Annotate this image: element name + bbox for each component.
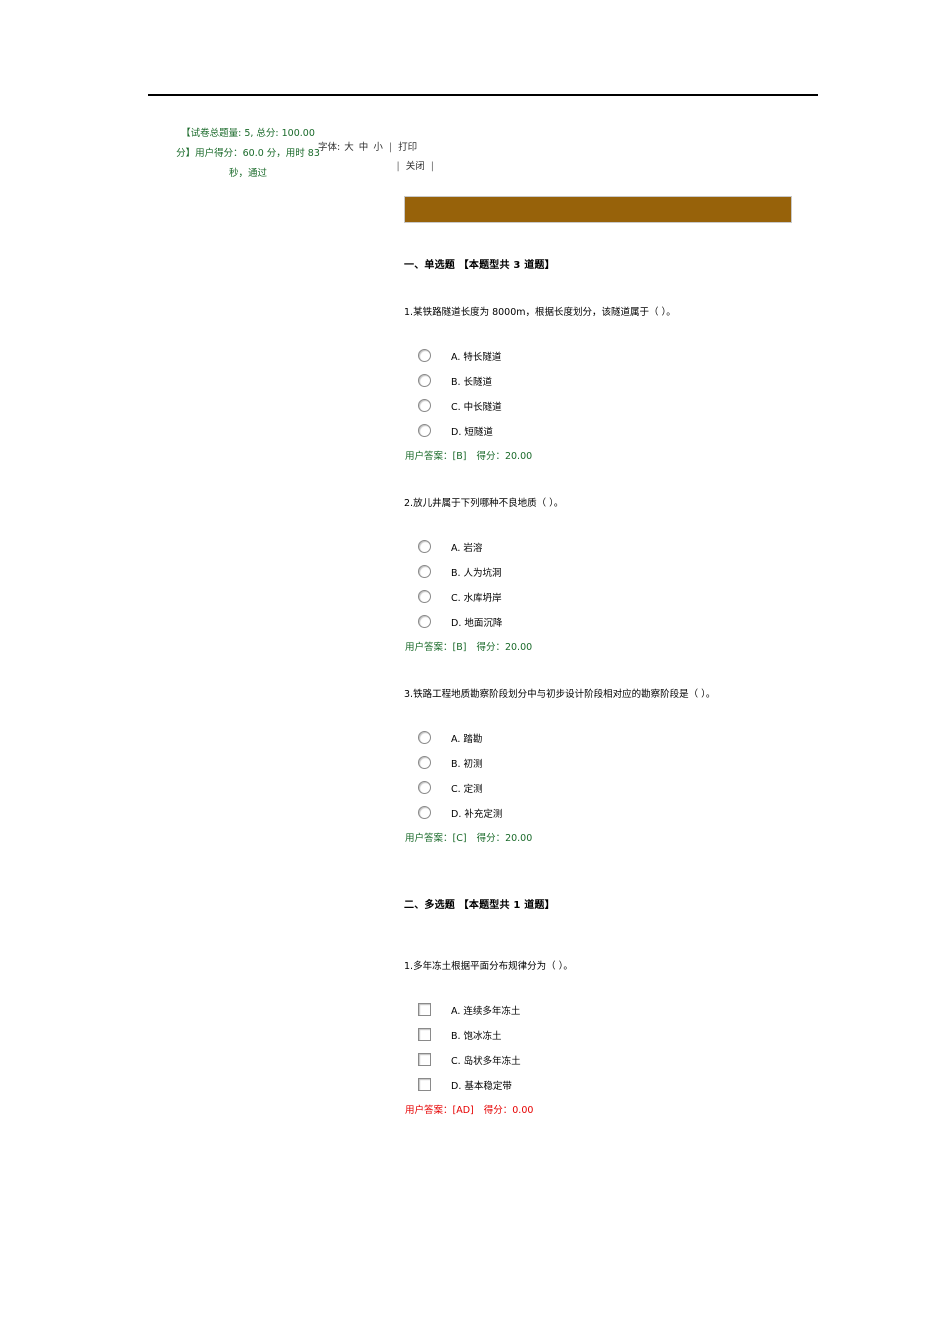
option-checkbox[interactable] [418, 1028, 431, 1041]
font-size-medium-button[interactable]: 中 [358, 142, 370, 153]
option-radio[interactable] [418, 424, 431, 437]
option-row[interactable]: D. 补充定测 [418, 800, 796, 825]
option-row[interactable]: A. 连续多年冻土 [418, 997, 796, 1022]
option-radio[interactable] [418, 756, 431, 769]
sections-container: 一、单选题 【本题型共 3 道题】 1.某铁路隧道长度为 8000m，根据长度划分… [404, 256, 796, 1116]
option-row[interactable]: A. 踏勘 [418, 725, 796, 750]
option-label: D. 基本稳定带 [451, 1080, 512, 1092]
answer-result: 用户答案：[AD] 得分：0.00 [405, 1102, 796, 1116]
option-radio[interactable] [418, 731, 431, 744]
option-row[interactable]: C. 定测 [418, 775, 796, 800]
option-row[interactable]: C. 中长隧道 [418, 393, 796, 418]
section-title: 二、多选题 【本题型共 1 道题】 [404, 900, 555, 911]
option-radio[interactable] [418, 540, 431, 553]
question-stem: 1.某铁路隧道长度为 8000m，根据长度划分，该隧道属于（ ）。 [404, 307, 676, 318]
option-label: A. 踏勘 [451, 733, 483, 745]
option-radio[interactable] [418, 806, 431, 819]
option-radio[interactable] [418, 615, 431, 628]
option-row[interactable]: B. 长隧道 [418, 368, 796, 393]
score-value: 20.00 [505, 833, 533, 844]
option-label: C. 中长隧道 [451, 401, 502, 413]
option-radio[interactable] [418, 590, 431, 603]
question-stem: 3.铁路工程地质勘察阶段划分中与初步设计阶段相对应的勘察阶段是（ ）。 [404, 689, 716, 700]
print-button[interactable]: 打印 [397, 142, 418, 153]
option-radio[interactable] [418, 781, 431, 794]
exam-content: 一、单选题 【本题型共 3 道题】 1.某铁路隧道长度为 8000m，根据长度划分… [404, 196, 796, 1116]
tools-separator-2: | [396, 161, 400, 172]
question-stem: 2.放儿井属于下列哪种不良地质（ ）。 [404, 498, 564, 509]
option-row[interactable]: C. 水库坍岸 [418, 584, 796, 609]
user-answer-label: 用户答案： [405, 833, 453, 844]
question-block: 1.某铁路隧道长度为 8000m，根据长度划分，该隧道属于（ ）。 A. 特长隧道… [404, 305, 796, 462]
option-label: C. 岛状多年冻土 [451, 1055, 521, 1067]
option-row[interactable]: D. 基本稳定带 [418, 1072, 796, 1097]
section-title: 一、单选题 【本题型共 3 道题】 [404, 260, 555, 271]
option-list: A. 岩溶 B. 人为坑洞 C. 水库坍岸 D. 地面沉降 [418, 534, 796, 634]
option-radio[interactable] [418, 399, 431, 412]
user-answer-value: [AD] [452, 1105, 474, 1116]
option-checkbox[interactable] [418, 1003, 431, 1016]
answer-result: 用户答案：[B] 得分：20.00 [405, 639, 796, 653]
font-size-small-button[interactable]: 小 [372, 142, 384, 153]
option-label: A. 特长隧道 [451, 351, 502, 363]
option-row[interactable]: B. 饱冰冻土 [418, 1022, 796, 1047]
user-answer-label: 用户答案： [405, 642, 453, 653]
user-answer-label: 用户答案： [405, 1105, 453, 1116]
option-row[interactable]: A. 岩溶 [418, 534, 796, 559]
option-label: C. 定测 [451, 783, 483, 795]
option-radio[interactable] [418, 374, 431, 387]
option-radio[interactable] [418, 349, 431, 362]
page-tools: 字体: 大 中 小 | 打印 | 关闭 | [318, 138, 448, 176]
option-row[interactable]: D. 短隧道 [418, 418, 796, 443]
user-answer-value: [B] [452, 451, 467, 462]
option-label: D. 短隧道 [451, 426, 493, 438]
user-answer-label: 用户答案： [405, 451, 453, 462]
option-label: D. 补充定测 [451, 808, 503, 820]
option-checkbox[interactable] [418, 1053, 431, 1066]
option-checkbox[interactable] [418, 1078, 431, 1091]
question-stem: 1.多年冻土根据平面分布规律分为（ ）。 [404, 961, 573, 972]
score-label: 得分： [476, 642, 505, 653]
option-label: A. 岩溶 [451, 542, 483, 554]
option-label: D. 地面沉降 [451, 617, 503, 629]
option-label: A. 连续多年冻土 [451, 1005, 521, 1017]
option-row[interactable]: B. 人为坑洞 [418, 559, 796, 584]
tools-separator-3: | [430, 161, 434, 172]
answer-result: 用户答案：[C] 得分：20.00 [405, 830, 796, 844]
score-label: 得分： [476, 833, 506, 844]
option-label: B. 长隧道 [451, 376, 493, 388]
font-size-large-button[interactable]: 大 [343, 142, 355, 153]
option-label: B. 人为坑洞 [451, 567, 502, 579]
score-value: 20.00 [504, 451, 533, 462]
option-label: C. 水库坍岸 [451, 592, 502, 604]
option-label: B. 饱冰冻土 [451, 1030, 502, 1042]
answer-result: 用户答案：[B] 得分：20.00 [405, 448, 796, 462]
question-block: 1.多年冻土根据平面分布规律分为（ ）。 A. 连续多年冻土 B. 饱冰冻土 C. 岛… [404, 959, 796, 1116]
close-button[interactable]: 关闭 [405, 161, 426, 172]
option-list: A. 特长隧道 B. 长隧道 C. 中长隧道 D. 短隧道 [418, 343, 796, 443]
tools-separator-1: | [388, 142, 393, 153]
user-answer-value: [B] [452, 642, 467, 653]
option-row[interactable]: A. 特长隧道 [418, 343, 796, 368]
option-list: A. 连续多年冻土 B. 饱冰冻土 C. 岛状多年冻土 D. 基本稳定带 [418, 997, 796, 1097]
question-block: 2.放儿井属于下列哪种不良地质（ ）。 A. 岩溶 B. 人为坑洞 C. 水库坍岸 D.… [404, 496, 796, 653]
score-value: 20.00 [504, 642, 533, 653]
user-answer-value: [C] [452, 833, 467, 844]
score-value: 0.00 [512, 1105, 534, 1116]
font-size-label: 字体: [318, 142, 341, 153]
score-label: 得分： [483, 1105, 513, 1116]
option-row[interactable]: B. 初测 [418, 750, 796, 775]
score-label: 得分： [476, 451, 505, 462]
option-row[interactable]: D. 地面沉降 [418, 609, 796, 634]
header-divider [148, 94, 818, 96]
option-list: A. 踏勘 B. 初测 C. 定测 D. 补充定测 [418, 725, 796, 825]
question-block: 3.铁路工程地质勘察阶段划分中与初步设计阶段相对应的勘察阶段是（ ）。 A. 踏勘… [404, 687, 796, 844]
option-label: B. 初测 [451, 758, 483, 770]
option-radio[interactable] [418, 565, 431, 578]
title-banner [404, 196, 792, 223]
option-row[interactable]: C. 岛状多年冻土 [418, 1047, 796, 1072]
